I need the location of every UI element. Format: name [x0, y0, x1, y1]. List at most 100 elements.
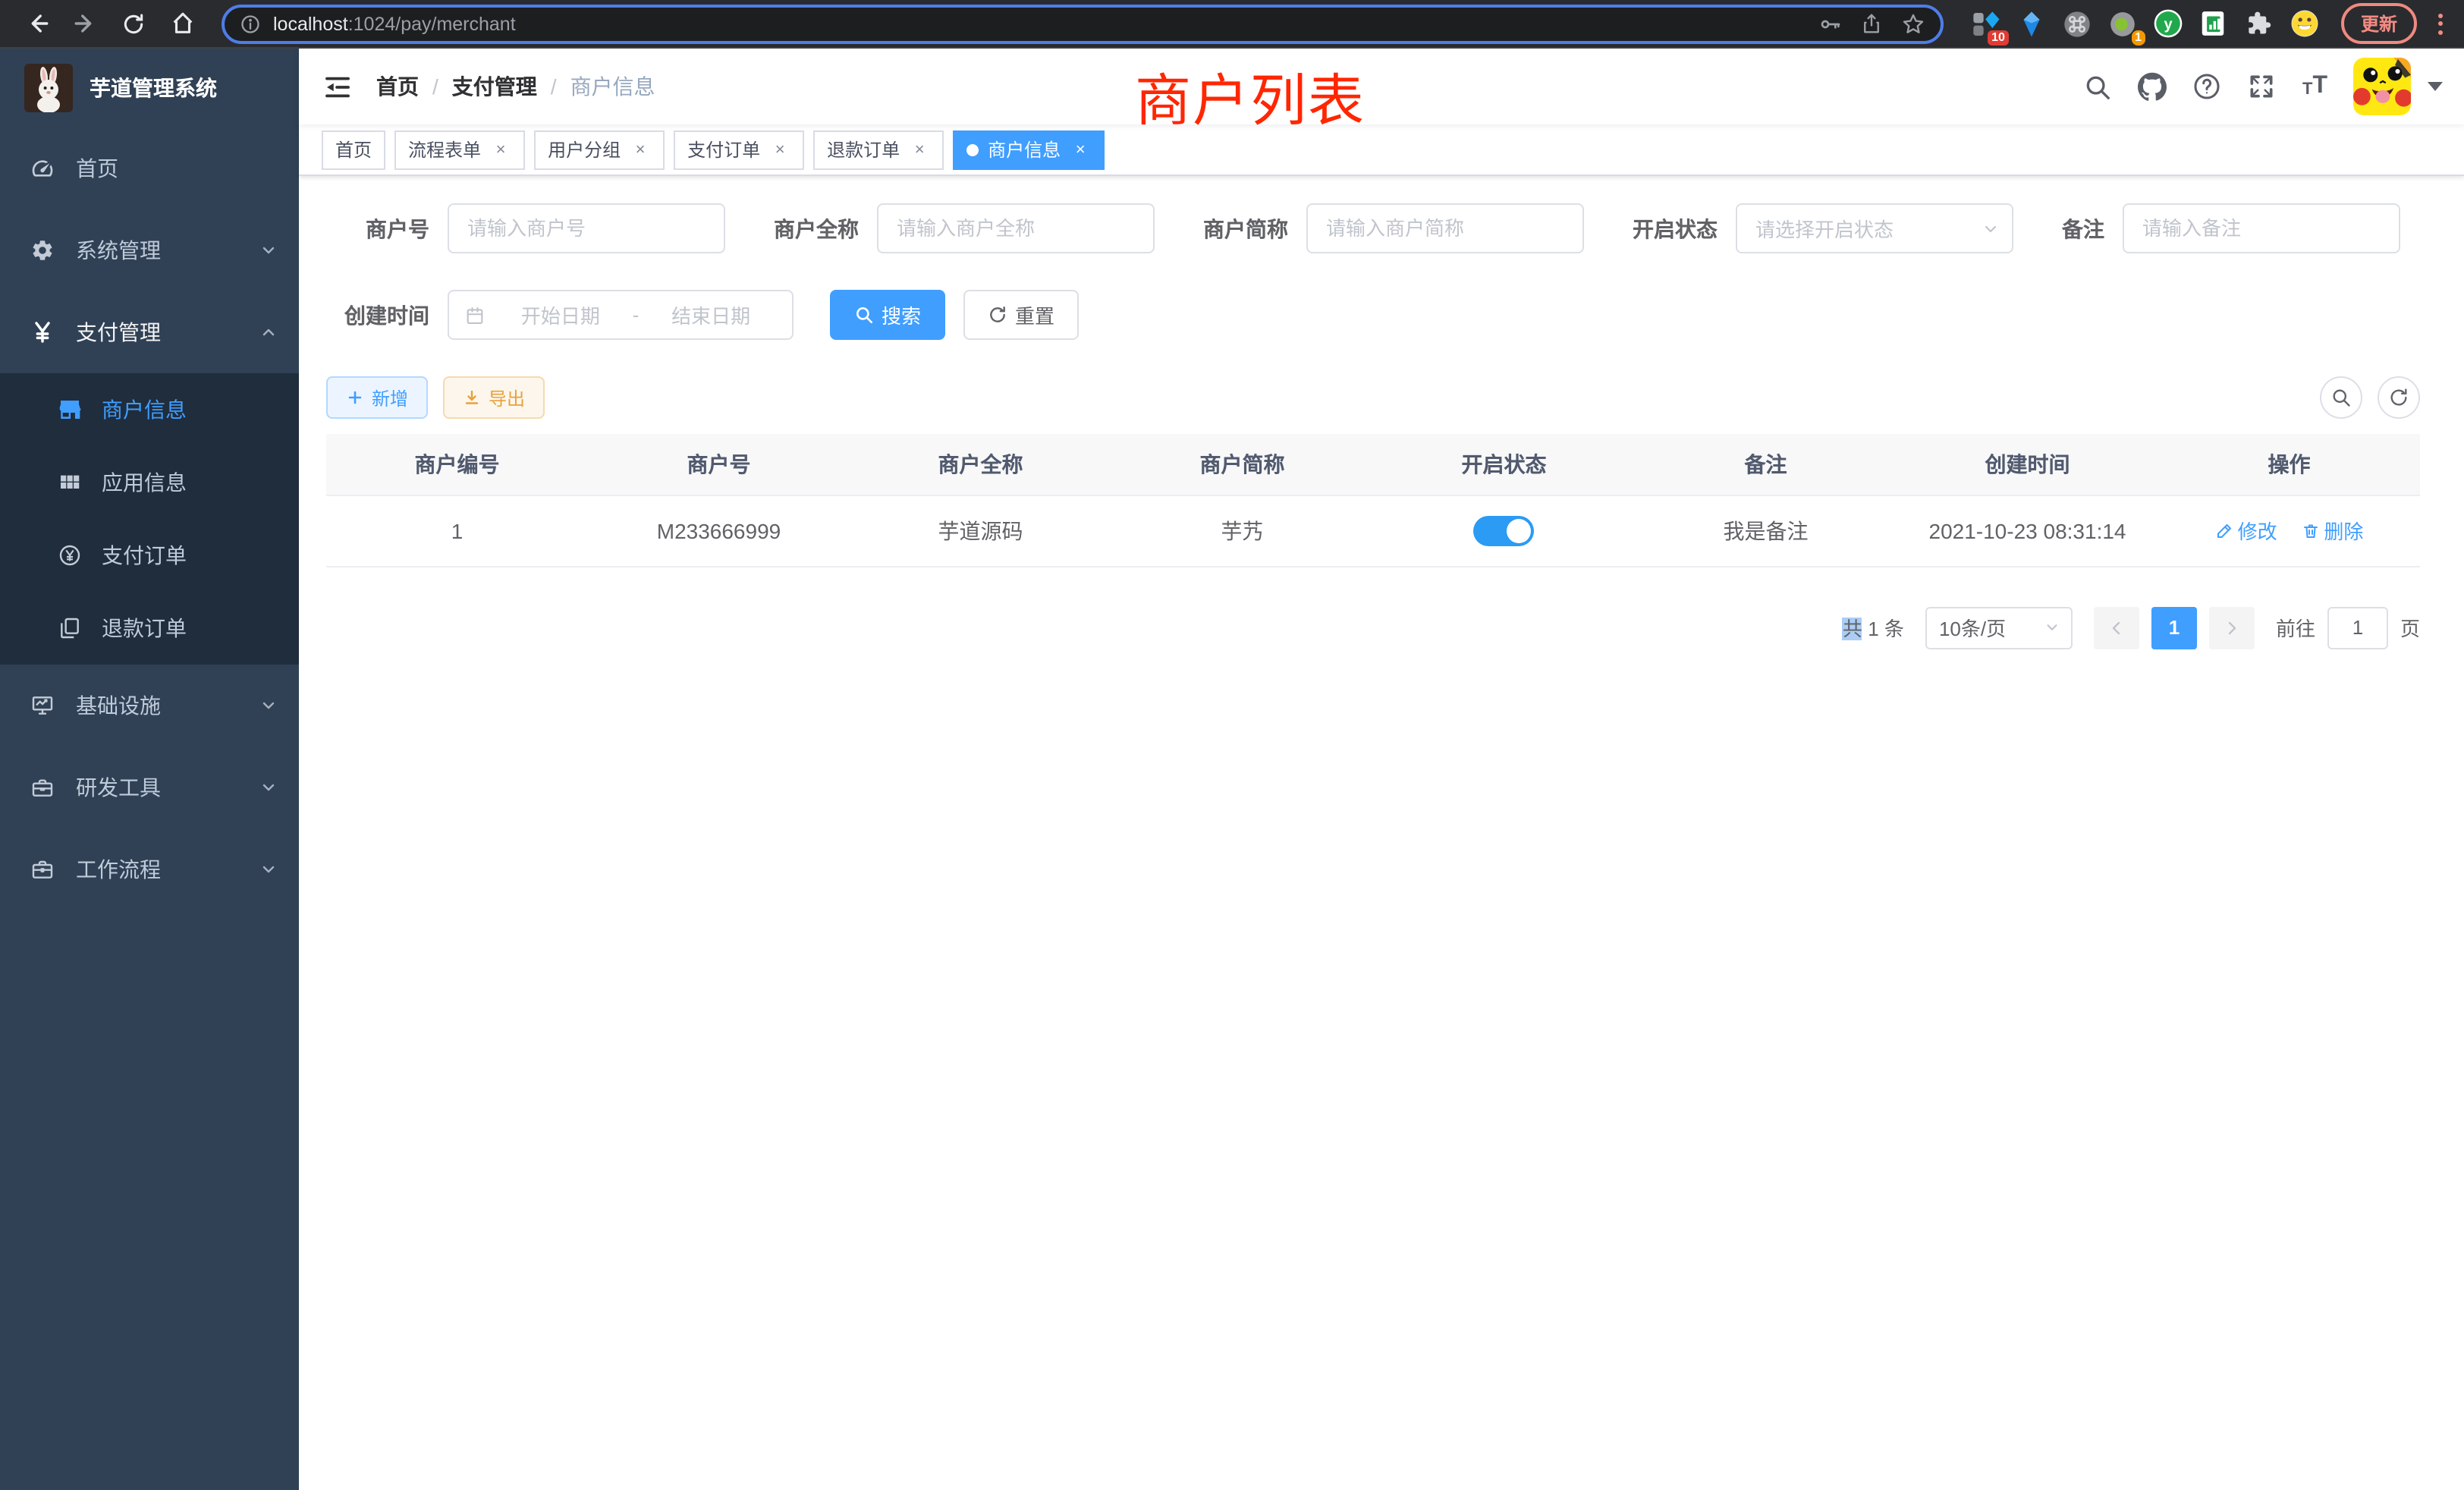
extension-grid-icon[interactable]: 10 — [1971, 8, 2001, 39]
extensions-puzzle-icon[interactable] — [2244, 8, 2274, 39]
top-navbar: 首页 / 支付管理 / 商户信息 TT — [299, 49, 2464, 124]
create-time-range-picker[interactable]: 开始日期 - 结束日期 — [448, 290, 794, 340]
sidebar-item-workflow[interactable]: 工作流程 — [0, 828, 299, 910]
reset-button[interactable]: 重置 — [963, 290, 1079, 340]
table-toolbar: 新增 导出 — [326, 376, 2420, 419]
extension-sheets-icon[interactable] — [2198, 8, 2229, 39]
briefcase-icon — [30, 857, 55, 882]
sidebar-item-system[interactable]: 系统管理 — [0, 209, 299, 291]
chevron-up-icon — [259, 323, 278, 341]
url-text: localhost:1024/pay/merchant — [273, 13, 1799, 34]
site-info-icon[interactable] — [240, 13, 261, 34]
chevron-down-icon — [259, 696, 278, 715]
extension-recorder-icon[interactable]: 1 — [2107, 8, 2138, 39]
bookmark-star-icon[interactable] — [1901, 11, 1925, 36]
fullscreen-icon[interactable] — [2248, 72, 2277, 101]
next-page-button[interactable] — [2209, 606, 2255, 649]
sidebar-item-dev-tools[interactable]: 研发工具 — [0, 747, 299, 828]
avatar-dropdown-caret[interactable] — [2428, 82, 2443, 91]
tab-pay-order[interactable]: 支付订单× — [674, 130, 804, 169]
breadcrumb-payment[interactable]: 支付管理 — [452, 71, 537, 102]
browser-back-icon[interactable] — [15, 2, 58, 45]
sidebar-item-app-info[interactable]: 应用信息 — [0, 446, 299, 519]
sidebar-item-infra[interactable]: 基础设施 — [0, 665, 299, 747]
page-size-select[interactable]: 10条/页 — [1925, 606, 2073, 649]
toolbox-icon — [30, 775, 55, 800]
active-dot — [966, 143, 979, 156]
prev-page-button[interactable] — [2094, 606, 2139, 649]
merchant-no-input[interactable] — [448, 203, 725, 253]
chevron-down-icon — [1982, 219, 2000, 237]
export-button[interactable]: 导出 — [443, 376, 545, 419]
gear-icon — [30, 238, 55, 262]
delete-link[interactable]: 删除 — [2301, 516, 2363, 545]
tab-refund-order[interactable]: 退款订单× — [813, 130, 944, 169]
cell-create-time: 2021-10-23 08:31:14 — [1897, 495, 2158, 566]
search-icon — [854, 305, 874, 325]
screen: localhost:1024/pay/merchant 10 1 y — [0, 0, 2464, 1490]
font-size-icon[interactable]: TT — [2302, 74, 2327, 99]
sidebar: 芋道管理系统 首页 系统管理 支付管理 商户信息 — [0, 49, 299, 1490]
profile-avatar-emoji[interactable] — [2290, 8, 2320, 39]
extensions-row: 10 1 y — [1971, 8, 2320, 39]
plus-icon — [346, 388, 364, 407]
page-content: 商户号 商户全称 商户简称 开启状态 请选择开启状态 — [299, 176, 2464, 1490]
col-create-time: 创建时间 — [1897, 434, 2158, 495]
edit-pencil-icon — [2215, 521, 2233, 539]
col-merchant-no: 商户号 — [588, 434, 850, 495]
hide-search-button[interactable] — [2320, 376, 2362, 419]
merchant-short-input[interactable] — [1306, 203, 1584, 253]
chrome-update-button[interactable]: 更新 — [2341, 3, 2417, 44]
close-icon[interactable]: × — [1070, 139, 1091, 160]
goto-page-input[interactable] — [2327, 606, 2388, 649]
chrome-menu-icon[interactable] — [2438, 13, 2443, 34]
close-icon[interactable]: × — [909, 139, 930, 160]
refresh-table-button[interactable] — [2378, 376, 2420, 419]
add-button[interactable]: 新增 — [326, 376, 428, 419]
page-number-1[interactable]: 1 — [2151, 606, 2197, 649]
remark-input[interactable] — [2123, 203, 2400, 253]
user-avatar-pikachu[interactable] — [2353, 58, 2411, 115]
github-icon[interactable] — [2139, 72, 2167, 101]
browser-forward-icon[interactable] — [64, 2, 106, 45]
search-button[interactable]: 搜索 — [830, 290, 945, 340]
tab-process-form[interactable]: 流程表单× — [394, 130, 525, 169]
status-switch-on[interactable] — [1474, 515, 1535, 545]
documents-icon — [58, 616, 82, 640]
extension-gem-icon[interactable] — [2016, 8, 2047, 39]
share-icon[interactable] — [1860, 12, 1883, 35]
col-merchant-id: 商户编号 — [326, 434, 588, 495]
sidebar-item-refund-order[interactable]: 退款订单 — [0, 592, 299, 665]
tab-home[interactable]: 首页 — [322, 130, 385, 169]
breadcrumb-current: 商户信息 — [570, 71, 655, 102]
merchant-name-input[interactable] — [877, 203, 1155, 253]
sidebar-item-merchant-info[interactable]: 商户信息 — [0, 373, 299, 446]
download-icon — [463, 388, 481, 407]
help-icon[interactable] — [2193, 72, 2222, 101]
browser-reload-icon[interactable] — [112, 2, 155, 45]
close-icon[interactable]: × — [490, 139, 511, 160]
sidebar-item-pay-order[interactable]: 支付订单 — [0, 519, 299, 592]
tab-merchant-info[interactable]: 商户信息× — [953, 130, 1105, 169]
extension-y-icon[interactable]: y — [2153, 8, 2183, 39]
sidebar-collapse-icon[interactable] — [320, 70, 354, 103]
app-logo[interactable]: 芋道管理系统 — [0, 49, 299, 127]
address-bar[interactable]: localhost:1024/pay/merchant — [222, 4, 1944, 43]
sidebar-item-payment[interactable]: 支付管理 — [0, 291, 299, 373]
browser-home-icon[interactable] — [161, 2, 203, 45]
page-unit-label: 页 — [2400, 613, 2420, 642]
merchant-no-label: 商户号 — [326, 213, 429, 244]
col-status: 开启状态 — [1373, 434, 1635, 495]
header-search-icon[interactable] — [2084, 72, 2113, 101]
close-icon[interactable]: × — [769, 139, 790, 160]
extension-command-icon[interactable] — [2062, 8, 2092, 39]
logo-rabbit-image — [24, 64, 73, 112]
close-icon[interactable]: × — [630, 139, 651, 160]
sidebar-item-home[interactable]: 首页 — [0, 127, 299, 209]
monitor-chart-icon — [30, 693, 55, 718]
edit-link[interactable]: 修改 — [2215, 516, 2277, 545]
status-select[interactable]: 请选择开启状态 — [1736, 203, 2013, 253]
password-key-icon[interactable] — [1818, 11, 1842, 36]
tab-user-group[interactable]: 用户分组× — [534, 130, 665, 169]
breadcrumb-home[interactable]: 首页 — [376, 71, 419, 102]
